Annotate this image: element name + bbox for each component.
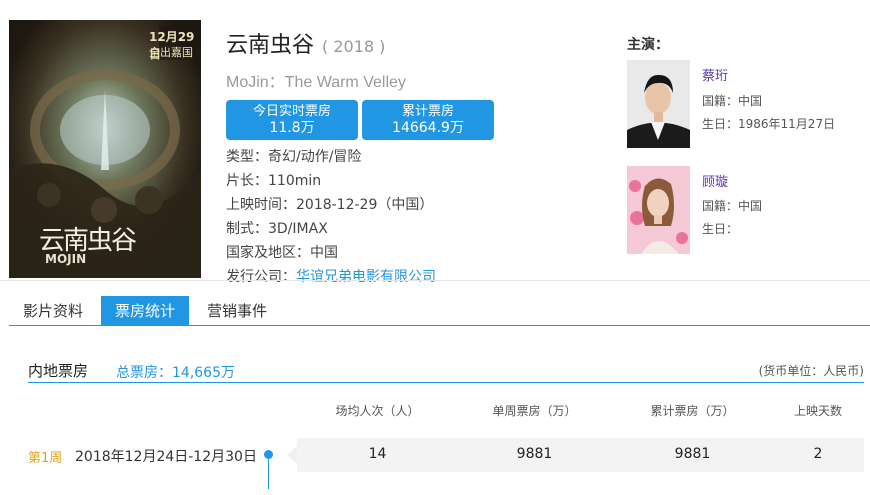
actor-birthday: 生日：1986年11月27日 xyxy=(702,117,836,131)
total-box-office-label: 累计票房 xyxy=(401,104,454,119)
movie-info: 云南虫谷 ( 2018 ) MoJin：The Warm Velley 今日实时… xyxy=(226,27,616,289)
format: 制式：3D/IMAX xyxy=(226,221,328,237)
actor-name[interactable]: 顾璇 xyxy=(702,171,728,190)
distributor-label: 发行公司： xyxy=(226,269,296,285)
duration: 片长：110min xyxy=(226,173,322,189)
poster-en-title: MOJIN xyxy=(45,252,87,266)
tab-marketing-events[interactable]: 营销事件 xyxy=(193,296,281,326)
box-office-divider xyxy=(28,382,864,383)
movie-english-title: MoJin：The Warm Velley xyxy=(226,74,406,91)
total-box-office-value: 14664.9万 xyxy=(392,120,464,136)
release-date: 上映时间：2018-12-29（中国） xyxy=(226,197,434,213)
currency-unit: (货币单位：人民币) xyxy=(758,364,864,378)
box-office-title: 内地票房 xyxy=(28,362,89,380)
region: 国家及地区：中国 xyxy=(226,245,338,261)
col-days-showing: 上映天数 xyxy=(793,404,842,418)
cast-heading: 主演： xyxy=(627,37,669,53)
poster-release: 全出嘉国 xyxy=(149,46,193,59)
row-pointer xyxy=(287,446,297,464)
total-box-office: 累计票房 14664.9万 xyxy=(362,100,494,140)
actor-photo[interactable] xyxy=(627,166,690,254)
tab-underline xyxy=(9,325,870,326)
tab-film-info[interactable]: 影片资料 xyxy=(9,296,97,326)
tab-bar: 影片资料 票房统计 营销事件 xyxy=(9,296,285,326)
timeline-dot xyxy=(264,450,273,459)
section-divider xyxy=(0,280,870,281)
col-weekly-box-office: 单周票房（万） xyxy=(492,404,577,418)
today-box-office: 今日实时票房 11.8万 xyxy=(226,100,358,140)
cell-avg-attendance: 14 xyxy=(368,446,387,462)
actor-birthday: 生日： xyxy=(702,222,739,236)
actor-name[interactable]: 蔡珩 xyxy=(702,65,728,84)
box-office-total: 总票房：14,665万 xyxy=(116,365,235,381)
timeline-line xyxy=(268,459,269,489)
actor-nationality: 国籍：中国 xyxy=(702,94,763,108)
distributor-link[interactable]: 华谊兄弟电影有限公司 xyxy=(296,269,436,285)
cell-days-showing: 2 xyxy=(813,446,823,462)
today-box-office-label: 今日实时票房 xyxy=(252,104,331,119)
col-avg-attendance: 场均人次（人） xyxy=(335,404,420,418)
movie-year: ( 2018 ) xyxy=(322,37,386,56)
cast-panel: 主演： 蔡珩 国籍：中国 生日：1986年11月27日 顾璇 国籍：中国 生日： xyxy=(627,34,862,254)
box-office-header: 内地票房 总票房：14,665万 (货币单位：人民币) xyxy=(28,358,864,382)
week-range: 2018年12月24日-12月30日 xyxy=(75,449,257,465)
actor-nationality: 国籍：中国 xyxy=(702,199,763,213)
movie-title: 云南虫谷 xyxy=(226,33,315,58)
today-box-office-value: 11.8万 xyxy=(269,120,315,136)
tab-box-office[interactable]: 票房统计 xyxy=(101,296,190,326)
col-cumulative-box-office: 累计票房（万） xyxy=(650,404,735,418)
cell-weekly-box-office: 9881 xyxy=(516,446,553,462)
cell-cumulative-box-office: 9881 xyxy=(674,446,711,462)
actor-photo[interactable] xyxy=(627,60,690,148)
genre: 类型：奇幻/动作/冒险 xyxy=(226,149,362,165)
distributor: 发行公司：华谊兄弟电影有限公司 xyxy=(226,265,616,289)
week-label: 第1周 xyxy=(28,451,63,466)
movie-poster: 12月29日 全出嘉国 云南虫谷 MOJIN xyxy=(9,20,201,278)
